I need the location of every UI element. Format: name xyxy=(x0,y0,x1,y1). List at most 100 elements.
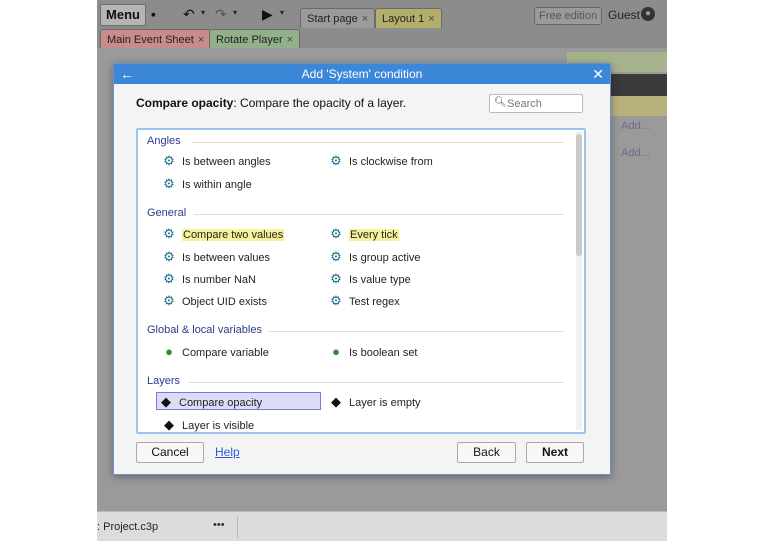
divider xyxy=(194,214,564,215)
condition-is-value-type[interactable]: ⚙ Is value type xyxy=(327,270,411,288)
condition-layer-is-empty[interactable]: ◆ Layer is empty xyxy=(327,393,421,411)
condition-summary: : Compare the opacity of a layer. xyxy=(233,96,407,110)
condition-is-between-angles[interactable]: ⚙ Is between angles xyxy=(160,152,271,170)
condition-every-tick[interactable]: ⚙ Every tick xyxy=(327,225,399,243)
category-layers: Layers xyxy=(147,375,181,387)
search-icon: 🔍︎ xyxy=(494,97,507,108)
condition-label: Is between angles xyxy=(182,156,271,168)
more-icon[interactable]: ••• xyxy=(213,519,225,531)
close-icon[interactable]: × xyxy=(287,34,293,46)
condition-label: Layer is empty xyxy=(349,397,421,409)
tab-label: Rotate Player xyxy=(216,34,283,46)
tab-rotate-player[interactable]: Rotate Player × xyxy=(209,29,301,49)
search-input[interactable] xyxy=(507,96,579,111)
edition-badge[interactable]: Free edition xyxy=(534,7,603,25)
condition-compare-two-values[interactable]: ⚙ Compare two values xyxy=(160,225,285,243)
back-button[interactable]: Back xyxy=(457,442,516,463)
condition-label: Compare variable xyxy=(182,347,269,359)
close-icon[interactable]: ✕ xyxy=(592,64,604,84)
close-icon[interactable]: × xyxy=(198,34,204,46)
gear-icon: ⚙ xyxy=(163,153,175,168)
category-general: General xyxy=(147,207,187,219)
tab-label: Layout 1 xyxy=(382,13,425,25)
tab-main-event-sheet[interactable]: Main Event Sheet × xyxy=(100,29,212,49)
condition-description: Compare opacity: Compare the opacity of … xyxy=(136,96,406,110)
undo-icon[interactable]: ↶ xyxy=(183,6,195,22)
condition-label: Layer is visible xyxy=(182,420,255,432)
layers-icon: ◆ xyxy=(331,394,341,409)
condition-label: Compare opacity xyxy=(179,397,263,409)
category-angles: Angles xyxy=(147,135,181,147)
condition-label: Is clockwise from xyxy=(349,156,433,168)
next-button[interactable]: Next xyxy=(526,442,584,463)
gear-icon: ⚙ xyxy=(163,271,175,286)
project-file-name: : Project.c3p xyxy=(97,521,159,533)
divider xyxy=(188,382,564,383)
redo-icon[interactable]: ↷ xyxy=(215,6,227,22)
play-dropdown-icon[interactable]: ▾ xyxy=(280,8,284,17)
scrollbar-thumb[interactable] xyxy=(576,134,582,256)
save-icon[interactable]: ▪ xyxy=(151,6,156,22)
condition-is-group-active[interactable]: ⚙ Is group active xyxy=(327,248,421,266)
condition-label: Object UID exists xyxy=(182,296,267,308)
condition-is-between-values[interactable]: ⚙ Is between values xyxy=(160,248,270,266)
sheet-tab-bar: Main Event Sheet × Rotate Player × xyxy=(97,28,667,49)
condition-compare-variable[interactable]: ● Compare variable xyxy=(160,343,269,361)
tab-label: Main Event Sheet xyxy=(107,34,194,46)
gear-icon: ⚙ xyxy=(330,153,342,168)
condition-is-boolean-set[interactable]: ● Is boolean set xyxy=(327,343,418,361)
gear-icon: ⚙ xyxy=(163,226,175,241)
divider xyxy=(268,331,564,332)
condition-label: Is group active xyxy=(349,252,421,264)
condition-list: Angles ⚙ Is between angles ⚙ Is clockwise … xyxy=(136,128,586,434)
condition-is-within-angle[interactable]: ⚙ Is within angle xyxy=(160,175,252,193)
condition-is-clockwise-from[interactable]: ⚙ Is clockwise from xyxy=(327,152,433,170)
condition-compare-opacity[interactable]: ◆ Compare opacity xyxy=(156,392,321,410)
tab-layout-1[interactable]: Layout 1 × xyxy=(375,8,442,28)
close-icon[interactable]: × xyxy=(362,13,368,25)
undo-dropdown-icon[interactable]: ▾ xyxy=(201,8,205,17)
layers-icon: ◆ xyxy=(161,394,171,409)
tab-label: Start page xyxy=(307,13,358,25)
condition-name: Compare opacity xyxy=(136,96,234,110)
condition-label: Compare two values xyxy=(182,229,285,241)
gear-icon: ⚙ xyxy=(330,249,342,264)
globe-icon: ● xyxy=(332,344,340,359)
close-icon[interactable]: × xyxy=(428,13,434,25)
condition-is-number-nan[interactable]: ⚙ Is number NaN xyxy=(160,270,256,288)
help-link[interactable]: Help xyxy=(215,445,240,459)
condition-object-uid-exists[interactable]: ⚙ Object UID exists xyxy=(160,292,267,310)
dialog-title-bar: ← Add 'System' condition ✕ xyxy=(114,64,610,84)
gear-icon: ⚙ xyxy=(330,293,342,308)
gear-icon: ⚙ xyxy=(163,176,175,191)
condition-label: Is boolean set xyxy=(349,347,418,359)
condition-label: Test regex xyxy=(349,296,400,308)
main-toolbar: Menu ▪ ↶ ▾ ↷ ▾ ▶ ▾ Start page × Layout 1 ×… xyxy=(97,0,667,29)
cancel-button[interactable]: Cancel xyxy=(136,442,204,463)
condition-label: Every tick xyxy=(349,229,399,241)
user-name[interactable]: Guest xyxy=(608,8,640,22)
back-arrow-icon[interactable]: ← xyxy=(120,64,134,84)
condition-label: Is number NaN xyxy=(182,274,256,286)
layers-icon: ◆ xyxy=(164,417,174,432)
user-avatar-icon[interactable]: ● xyxy=(641,7,655,21)
gear-icon: ⚙ xyxy=(330,271,342,286)
add-action-link[interactable]: Add... xyxy=(621,120,650,132)
condition-label: Is between values xyxy=(182,252,271,264)
category-global-local-variables: Global & local variables xyxy=(147,324,262,336)
dialog-title: Add 'System' condition xyxy=(301,67,423,81)
add-action-link[interactable]: Add... xyxy=(621,147,650,159)
gear-icon: ⚙ xyxy=(163,293,175,308)
condition-label: Is within angle xyxy=(182,179,252,191)
condition-test-regex[interactable]: ⚙ Test regex xyxy=(327,292,400,310)
redo-dropdown-icon[interactable]: ▾ xyxy=(233,8,237,17)
add-condition-dialog: ← Add 'System' condition ✕ Compare opaci… xyxy=(113,63,611,475)
gear-icon: ⚙ xyxy=(163,249,175,264)
tab-start-page[interactable]: Start page × xyxy=(300,8,376,28)
play-icon[interactable]: ▶ xyxy=(262,6,273,22)
condition-label: Is value type xyxy=(349,274,411,286)
search-box[interactable]: 🔍︎ xyxy=(489,94,583,113)
divider xyxy=(237,516,238,538)
menu-button[interactable]: Menu xyxy=(100,4,146,26)
condition-layer-is-visible[interactable]: ◆ Layer is visible xyxy=(160,416,255,432)
